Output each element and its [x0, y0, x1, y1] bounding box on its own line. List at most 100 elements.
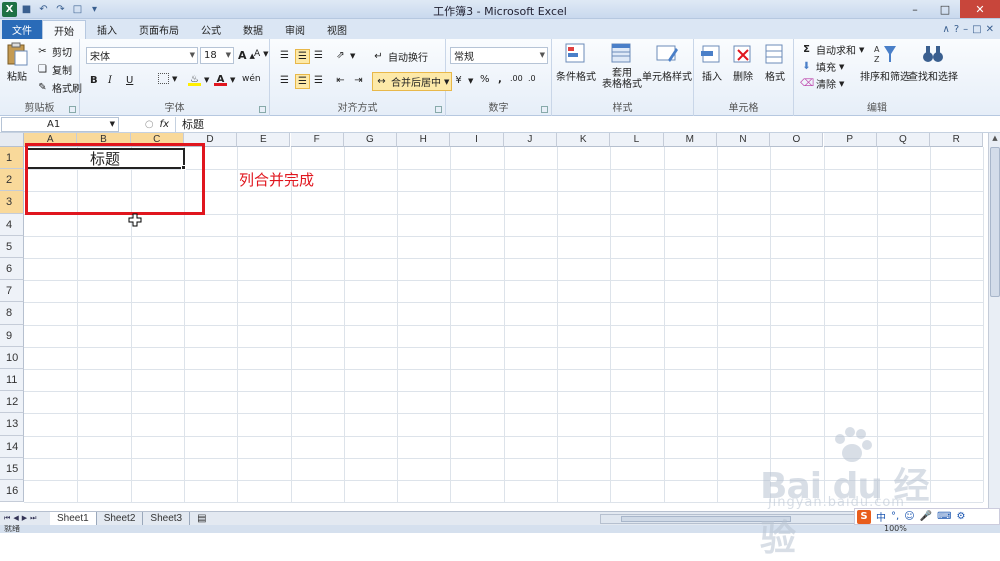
tab-formulas[interactable]: 公式 — [190, 20, 232, 39]
cell-styles-button[interactable]: 单元格样式 — [642, 42, 692, 83]
tab-insert[interactable]: 插入 — [86, 20, 128, 39]
font-size-combo[interactable]: 18 ▼ — [200, 47, 234, 64]
align-center-button[interactable]: ☰ — [295, 74, 310, 89]
font-color-button[interactable]: A ▼ — [214, 73, 235, 86]
column-header-l[interactable]: L — [610, 133, 664, 147]
grow-font-button[interactable]: A ▲ — [238, 49, 255, 62]
row-header-9[interactable]: 9 — [0, 324, 24, 347]
tab-home[interactable]: 开始 — [42, 20, 86, 39]
settings-icon[interactable]: ⚙ — [957, 511, 966, 522]
align-middle-button[interactable]: ☰ — [295, 49, 310, 64]
column-header-g[interactable]: G — [343, 133, 398, 147]
maximize-icon[interactable]: □ — [930, 0, 960, 18]
vertical-scroll-thumb[interactable] — [990, 147, 1000, 297]
punctuation-icon[interactable]: °, — [891, 511, 899, 522]
sheet-tab-2[interactable]: Sheet2 — [97, 512, 144, 525]
scroll-up-icon[interactable]: ▲ — [990, 134, 1000, 144]
last-sheet-icon[interactable]: ⏭ — [30, 514, 36, 523]
tab-file[interactable]: 文件 — [2, 20, 42, 39]
row-header-10[interactable]: 10 — [0, 346, 24, 369]
tab-view[interactable]: 视图 — [316, 20, 358, 39]
row-header-14[interactable]: 14 — [0, 435, 24, 458]
sheet-tab-3[interactable]: Sheet3 — [143, 512, 191, 525]
keyboard-icon[interactable]: ⌨ — [937, 511, 951, 522]
increase-decimal-button[interactable]: .00 — [510, 74, 523, 83]
accounting-button[interactable]: ¥ ▼ — [452, 74, 473, 87]
workbook-close-icon[interactable]: ✕ — [986, 24, 994, 35]
shrink-font-button[interactable]: A ▼ — [254, 49, 269, 59]
increase-indent-button[interactable]: ⇥ — [352, 74, 365, 87]
microphone-icon[interactable]: 🎤 — [920, 511, 932, 522]
first-sheet-icon[interactable]: ⏮ — [4, 514, 10, 523]
zoom-level[interactable]: 100% — [884, 525, 907, 533]
phonetic-button[interactable]: wén — [242, 74, 261, 84]
find-select-button[interactable]: 查找和选择 — [908, 42, 958, 83]
font-name-combo[interactable]: 宋体 ▼ — [86, 47, 198, 64]
workbook-restore-icon[interactable]: □ — [972, 24, 981, 35]
column-header-j[interactable]: J — [503, 133, 557, 147]
column-header-k[interactable]: K — [557, 133, 611, 147]
row-header-13[interactable]: 13 — [0, 413, 24, 436]
align-bottom-button[interactable]: ☰ — [312, 49, 325, 62]
decrease-indent-button[interactable]: ⇤ — [334, 74, 347, 87]
clear-button[interactable]: ⌫ 清除 ▼ — [800, 76, 844, 91]
help-icon[interactable]: ? — [954, 24, 959, 35]
alignment-launcher-icon[interactable] — [435, 106, 442, 113]
align-left-button[interactable]: ☰ — [278, 74, 291, 87]
bold-button[interactable]: B — [90, 75, 98, 86]
autosum-button[interactable]: Σ 自动求和 ▼ — [800, 42, 864, 57]
column-header-n[interactable]: N — [716, 133, 771, 147]
row-header-2[interactable]: 2 — [0, 169, 24, 192]
column-header-i[interactable]: I — [450, 133, 504, 147]
fill-button[interactable]: ⬇ 填充 ▼ — [800, 59, 844, 74]
workbook-minimize-icon[interactable]: – — [963, 24, 968, 35]
underline-button[interactable]: U — [126, 75, 133, 86]
copy-button[interactable]: ❏ 复制 — [36, 62, 72, 77]
prev-sheet-icon[interactable]: ◀ — [13, 514, 18, 523]
sogou-logo-icon[interactable]: S — [857, 509, 871, 524]
close-icon[interactable]: ✕ — [960, 0, 1000, 18]
merge-center-button[interactable]: ↔ 合并后居中 ▼ — [372, 72, 453, 91]
cut-button[interactable]: ✂ 剪切 — [36, 44, 72, 59]
format-as-table-button[interactable]: 套用 表格格式 — [602, 42, 642, 90]
insert-function-button[interactable]: fx — [160, 119, 169, 130]
sheet-tab-1[interactable]: Sheet1 — [50, 512, 97, 525]
insert-cells-button[interactable]: 插入 — [699, 42, 725, 83]
tab-page-layout[interactable]: 页面布局 — [128, 20, 190, 39]
column-header-m[interactable]: M — [663, 133, 717, 147]
row-header-15[interactable]: 15 — [0, 457, 24, 480]
next-sheet-icon[interactable]: ▶ — [22, 514, 27, 523]
minimize-icon[interactable]: – — [900, 0, 930, 18]
row-header-11[interactable]: 11 — [0, 369, 24, 392]
column-header-e[interactable]: E — [237, 133, 291, 147]
tab-data[interactable]: 数据 — [232, 20, 274, 39]
orientation-button[interactable]: ⇗ ▼ — [334, 49, 355, 62]
number-launcher-icon[interactable] — [541, 106, 548, 113]
column-header-p[interactable]: P — [823, 133, 877, 147]
vertical-scrollbar[interactable]: ▲ — [988, 133, 1000, 511]
number-format-combo[interactable]: 常规 ▼ — [450, 47, 548, 64]
row-header-5[interactable]: 5 — [0, 235, 24, 258]
worksheet-grid[interactable]: ABCDEFGHIJKLMNOPQR 1 2 3 4 5 6 7 8 9 10 11 12 13 14 15… — [0, 133, 988, 511]
italic-button[interactable]: I — [108, 75, 112, 86]
column-header-q[interactable]: Q — [876, 133, 931, 147]
column-header-r[interactable]: R — [930, 133, 984, 147]
clipboard-launcher-icon[interactable] — [69, 106, 76, 113]
row-header-1[interactable]: 1 — [0, 147, 24, 170]
row-header-4[interactable]: 4 — [0, 213, 24, 236]
column-header-h[interactable]: H — [397, 133, 451, 147]
tab-review[interactable]: 审阅 — [274, 20, 316, 39]
fill-color-button[interactable]: ♨ ▼ — [188, 73, 209, 86]
name-box[interactable]: A1 ▼ — [1, 116, 119, 132]
conditional-format-button[interactable]: 条件格式 — [556, 42, 596, 83]
column-header-f[interactable]: F — [290, 133, 344, 147]
row-header-7[interactable]: 7 — [0, 280, 24, 303]
decrease-decimal-button[interactable]: .0 — [528, 74, 536, 83]
font-launcher-icon[interactable] — [259, 106, 266, 113]
column-header-o[interactable]: O — [770, 133, 824, 147]
row-header-3[interactable]: 3 — [0, 191, 24, 214]
collapse-ribbon-icon[interactable]: ∧ — [943, 24, 950, 35]
formula-input[interactable]: 标题 — [175, 116, 1000, 132]
align-right-button[interactable]: ☰ — [312, 74, 325, 87]
paste-button[interactable]: 粘贴 — [4, 42, 30, 83]
